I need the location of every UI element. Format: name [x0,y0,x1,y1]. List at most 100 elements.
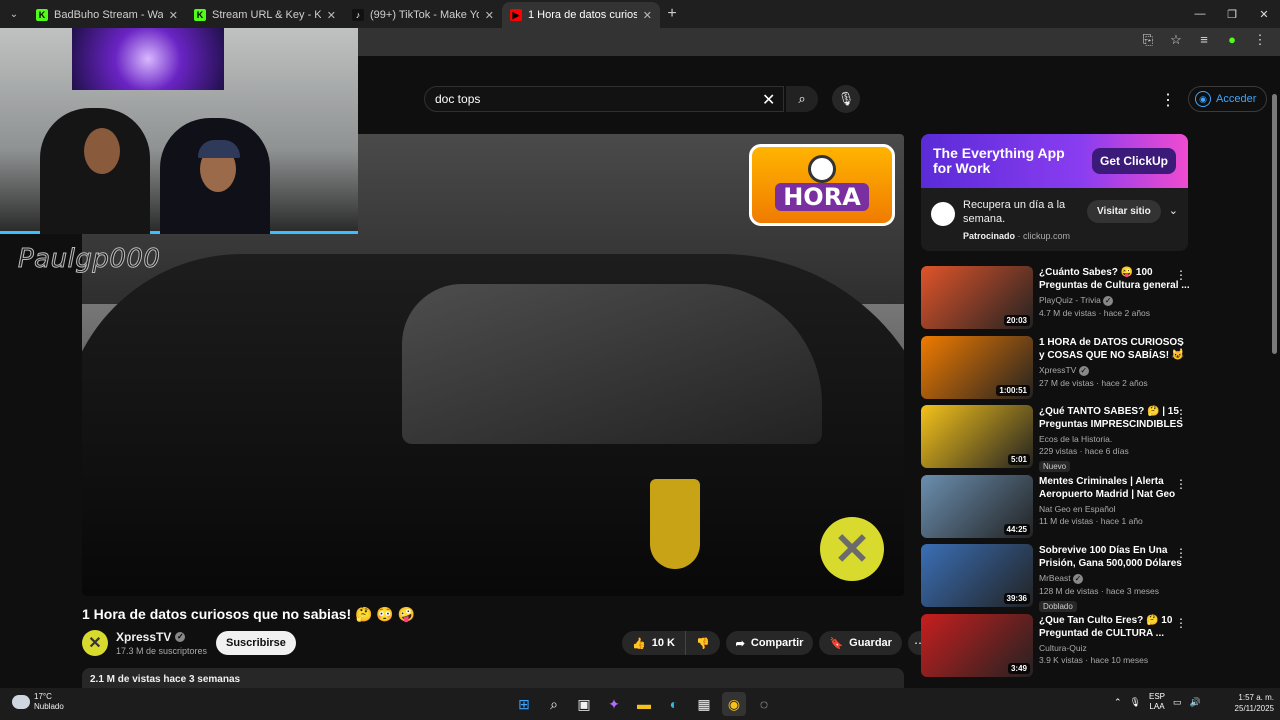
video-menu-icon[interactable]: ⋮ [1175,616,1187,630]
recommended-channel[interactable]: MrBeast ✓ [1039,573,1191,584]
video-menu-icon[interactable]: ⋮ [1175,268,1187,282]
scrollbar-thumb[interactable] [1272,94,1277,354]
recommended-title[interactable]: 1 HORA de DATOS CURIOSOS y COSAS QUE NO … [1039,336,1191,362]
extension-icon[interactable]: ● [1222,32,1242,48]
like-button[interactable]: 👍 10 K [622,631,686,655]
recommended-video[interactable]: 20:03 ¿Cuánto Sabes? 😜 100 Preguntas de C… [921,266,1191,332]
thumbs-down-icon: 👎 [695,637,710,650]
start-icon[interactable]: ⊞ [512,692,536,716]
save-button[interactable]: 🔖 Guardar [819,631,902,655]
recommended-channel-name: PlayQuiz - Trivia [1039,295,1101,305]
tab-strip: K BadBuho Stream - Watch Live o ✕ K Stream U… [28,0,660,28]
video-thumbnail[interactable]: 1:00:51 [921,335,1033,399]
search-button[interactable]: ⌕ [786,86,818,112]
webcam-overlay [0,28,358,234]
recommended-title[interactable]: ¿Que Tan Culto Eres? 🤔 10 Preguntad de C… [1039,614,1191,640]
minimize-icon[interactable]: — [1184,0,1216,28]
kick-icon: K [194,9,206,21]
recommended-video[interactable]: 5:01 ¿Qué TANTO SABES? 🤔 | 15 Preguntas I… [921,405,1191,472]
tab-title: BadBuho Stream - Watch Live o [54,9,163,21]
browser-tab[interactable]: ♪ (99+) TikTok - Make Your Day ✕ [344,2,502,28]
volume-icon[interactable]: 🔊 [1190,697,1201,708]
obs-icon[interactable]: ◌ [752,692,776,716]
window-controls: — ❐ ✕ [1184,0,1280,28]
close-window-icon[interactable]: ✕ [1248,0,1280,28]
browser-tab[interactable]: K Stream URL & Key - Kick Dashb ✕ [186,2,344,28]
recommended-video[interactable]: 39:36 Sobrevive 100 Días En Una Prisión, … [921,544,1191,612]
network-icon[interactable]: ▭ [1173,697,1182,708]
search-input[interactable]: doc tops [424,86,784,112]
tab-close-icon[interactable]: ✕ [327,9,336,22]
tab-close-icon[interactable]: ✕ [485,9,494,22]
recommended-video[interactable]: 3:49 ¿Que Tan Culto Eres? 🤔 10 Preguntad … [921,613,1191,680]
voice-search-button[interactable]: 🎙 [832,85,860,113]
file-explorer-icon[interactable]: ▬ [632,692,656,716]
page-scrollbar[interactable] [1271,80,1278,688]
recommended-channel-name: Ecos de la Historia. [1039,434,1113,444]
video-menu-icon[interactable]: ⋮ [1175,407,1187,421]
recommended-channel[interactable]: Nat Geo en Español [1039,504,1191,514]
subscribe-button[interactable]: Suscribirse [216,631,296,655]
task-view-icon[interactable]: ▣ [572,692,596,716]
recommended-channel[interactable]: PlayQuiz - Trivia ✓ [1039,295,1191,306]
advertiser-logo [931,202,955,226]
new-tab-button[interactable]: + [660,5,684,23]
language-indicator[interactable]: ESP LAA [1149,692,1165,712]
visit-site-button[interactable]: Visitar sitio [1087,200,1161,223]
channel-name[interactable]: XpressTV [116,630,171,644]
recommended-channel[interactable]: Ecos de la Historia. [1039,434,1191,444]
recommended-views: 3.9 K vistas · hace 10 meses [1039,654,1149,665]
ad-banner[interactable]: The Everything App for Work Get ClickUp [921,134,1188,188]
video-menu-icon[interactable]: ⋮ [1175,338,1187,352]
browser-tab[interactable]: K BadBuho Stream - Watch Live o ✕ [28,2,186,28]
bookmark-star-icon[interactable]: ☆ [1166,32,1186,48]
recommended-title[interactable]: Sobrevive 100 Días En Una Prisión, Gana … [1039,544,1191,570]
taskbar-clock[interactable]: 1:57 a. m. 25/11/2025 [1218,692,1274,714]
share-icon: ➦ [735,637,745,650]
video-menu-icon[interactable]: ⋮ [1175,546,1187,560]
recommended-title[interactable]: Mentes Criminales | Alerta Aeropuerto Ma… [1039,475,1191,501]
video-menu-icon[interactable]: ⋮ [1175,477,1187,491]
settings-menu-icon[interactable]: ⋮ [1160,90,1176,110]
recommended-channel[interactable]: XpressTV ✓ [1039,365,1191,376]
video-thumbnail[interactable]: 5:01 [921,405,1033,468]
channel-avatar[interactable]: ✕ [82,630,108,656]
ad-text: Recupera un día a la semana. [963,199,1066,225]
clear-search-icon[interactable]: ✕ [762,90,775,110]
description-box[interactable]: 2.1 M de vistas hace 3 semanas [82,668,904,690]
recommended-title[interactable]: ¿Cuánto Sabes? 😜 100 Preguntas de Cultur… [1039,266,1191,292]
maximize-icon[interactable]: ❐ [1216,0,1248,28]
recommended-video[interactable]: 44:25 Mentes Criminales | Alerta Aeropuer… [921,474,1191,541]
tab-close-icon[interactable]: ✕ [643,9,652,22]
video-thumbnail[interactable]: 3:49 [921,613,1033,677]
media-control-icon[interactable]: ≡ [1194,32,1214,48]
video-thumbnail[interactable]: 39:36 [921,544,1033,607]
recommended-title[interactable]: ¿Qué TANTO SABES? 🤔 | 15 Preguntas IMPRE… [1039,405,1191,431]
video-thumbnail[interactable]: 20:03 [921,266,1033,329]
ad-cta-button[interactable]: Get ClickUp [1091,148,1176,174]
share-button[interactable]: ➦ Compartir [725,631,814,655]
recommended-tag: Doblado [1039,601,1077,612]
store-icon[interactable]: ▦ [692,692,716,716]
taskbar-search-icon[interactable]: ⌕ [542,692,566,716]
recommended-video[interactable]: 1:00:51 1 HORA de DATOS CURIOSOS y COSAS … [921,335,1191,402]
chrome-icon[interactable]: ◉ [722,692,746,716]
video-title: 1 Hora de datos curiosos que no sabias! … [82,606,416,622]
cast-icon[interactable]: ⎘ [1138,32,1158,48]
browser-menu-icon[interactable]: ⋮ [1250,32,1270,48]
dislike-button[interactable]: 👎 [685,631,720,655]
weather-widget[interactable]: 17°C Nublado [12,692,64,712]
recommended-channel[interactable]: Cultura-Quiz [1039,643,1191,653]
tab-close-icon[interactable]: ✕ [169,9,178,22]
tab-search-icon[interactable]: ⌄ [0,0,28,28]
channel-watermark-logo[interactable]: ✕ [820,517,884,581]
video-thumbnail[interactable]: 44:25 [921,474,1033,538]
signin-button[interactable]: ◉ Acceder [1188,86,1268,112]
copilot-icon[interactable]: ✦ [602,692,626,716]
chevron-down-icon[interactable]: ⌄ [1169,204,1178,217]
sponsored-ad[interactable]: The Everything App for Work Get ClickUp R… [921,134,1188,251]
tray-mic-icon[interactable]: 🎙 [1130,697,1141,708]
edge-icon[interactable]: ◐ [662,692,686,716]
tray-overflow-icon[interactable]: ⌃ [1114,697,1122,708]
browser-tab[interactable]: ▶ 1 Hora de datos curiosos q ✕ [502,2,660,28]
